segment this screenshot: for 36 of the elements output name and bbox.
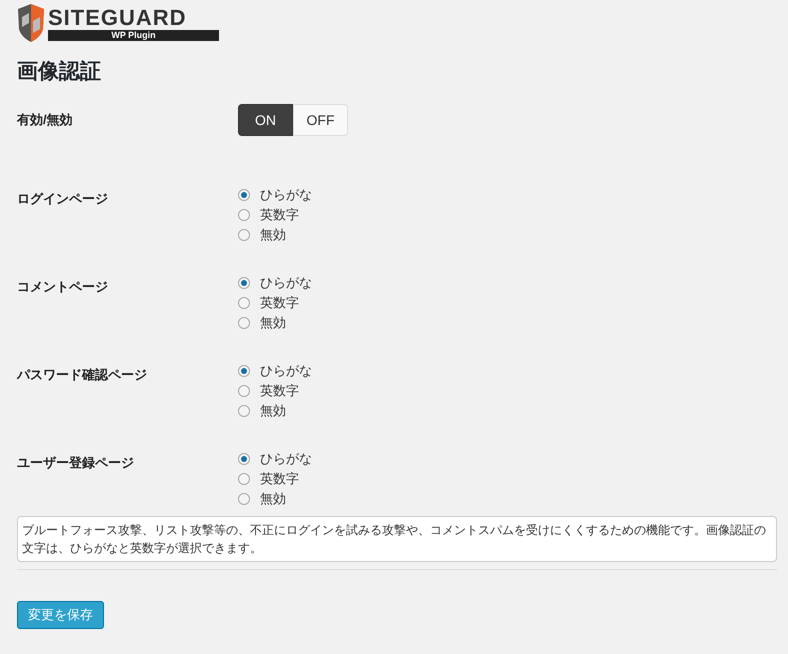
radio-label: ひらがな bbox=[260, 274, 312, 292]
setting-label: ユーザー登録ページ bbox=[17, 454, 135, 472]
setting-label: ログインページ bbox=[17, 190, 109, 208]
radio-label: ひらがな bbox=[260, 362, 312, 380]
description-text: ブルートフォース攻撃、リスト攻撃等の、不正にログインを試みる攻撃や、コメントスパムを受けにくくするための機能です。画像認証の文字は、ひらがなと英数字が選択できます。 bbox=[17, 516, 777, 562]
radio-button[interactable] bbox=[238, 317, 250, 329]
radio-button[interactable] bbox=[238, 365, 250, 377]
logo-text: SITEGUARD bbox=[48, 6, 188, 30]
radio-button[interactable] bbox=[238, 209, 250, 221]
setting-label: 有効/無効 bbox=[17, 111, 74, 129]
setting-label: コメントページ bbox=[17, 278, 109, 296]
radio-button[interactable] bbox=[238, 189, 250, 201]
page-title: 画像認証 bbox=[17, 59, 102, 85]
logo-tagline: WP Plugin bbox=[48, 30, 219, 40]
radio-label: 無効 bbox=[260, 490, 286, 508]
radio-label: 英数字 bbox=[260, 382, 299, 400]
radio-button[interactable] bbox=[238, 277, 250, 289]
radio-label: 無効 bbox=[260, 314, 286, 332]
radio-label: 無効 bbox=[260, 402, 286, 420]
radio-button[interactable] bbox=[238, 453, 250, 465]
radio-button[interactable] bbox=[238, 385, 250, 397]
radio-button[interactable] bbox=[238, 297, 250, 309]
setting-label: パスワード確認ページ bbox=[17, 366, 148, 384]
radio-label: ひらがな bbox=[260, 450, 312, 468]
toggle-option[interactable]: OFF bbox=[293, 104, 348, 136]
radio-button[interactable] bbox=[238, 473, 250, 485]
radio-button[interactable] bbox=[238, 405, 250, 417]
radio-label: 英数字 bbox=[260, 206, 299, 224]
shield-icon bbox=[17, 3, 45, 43]
toggle-option[interactable]: ON bbox=[238, 104, 293, 136]
radio-label: ひらがな bbox=[260, 186, 312, 204]
radio-button[interactable] bbox=[238, 229, 250, 241]
radio-label: 英数字 bbox=[260, 294, 299, 312]
radio-button[interactable] bbox=[238, 493, 250, 505]
radio-label: 無効 bbox=[260, 226, 286, 244]
radio-label: 英数字 bbox=[260, 470, 299, 488]
